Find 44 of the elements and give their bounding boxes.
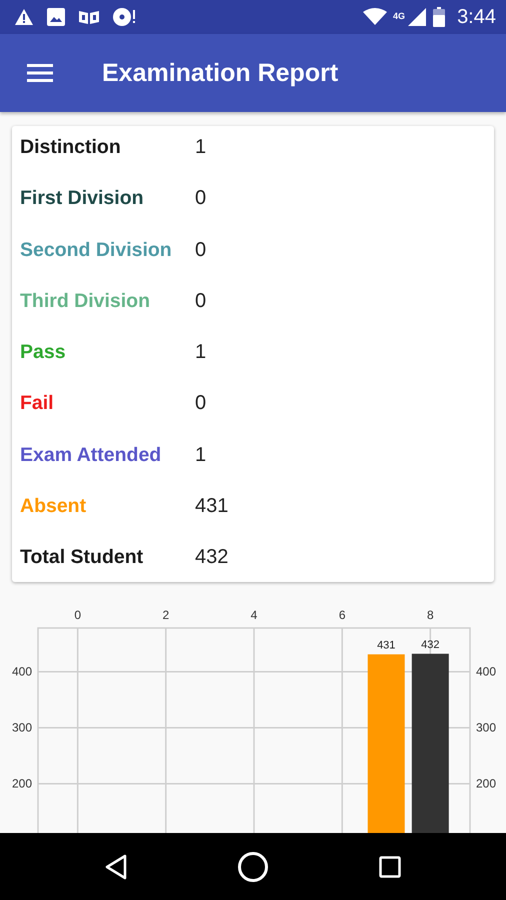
x-tick-label: 4: [250, 608, 258, 622]
x-tick-label: 0: [74, 608, 82, 622]
summary-label: Fail: [20, 392, 55, 416]
summary-value: 0: [195, 187, 206, 210]
summary-value: 0: [195, 238, 206, 262]
summary-label: Absent: [20, 495, 88, 518]
image-icon: [46, 7, 66, 27]
summary-label: Second Division: [20, 238, 173, 262]
summary-value: 0: [195, 290, 206, 313]
disc-alert-icon: [112, 7, 136, 27]
y-tick-label: 200: [476, 776, 496, 791]
signal-icon: [407, 7, 428, 27]
summary-label: Exam Attended: [20, 444, 162, 467]
home-icon[interactable]: [237, 850, 269, 882]
wifi-icon: [363, 8, 388, 26]
summary-label: Pass: [20, 341, 67, 364]
x-tick-label: 6: [338, 608, 346, 622]
recents-icon[interactable]: [379, 856, 401, 878]
summary-value: 1: [195, 444, 206, 467]
clock: 3:44: [457, 6, 496, 28]
network-type: 4G: [393, 10, 406, 20]
bar-value-label: 432: [421, 638, 440, 651]
y-tick-label: 300: [12, 720, 32, 735]
summary-value: 432: [195, 546, 228, 570]
app-icon: [78, 8, 100, 26]
summary-label: Third Division: [20, 290, 152, 313]
summary-value: 0: [195, 392, 206, 416]
back-icon[interactable]: [105, 854, 127, 880]
bar-value-label: 431: [377, 639, 396, 652]
x-tick-label: 2: [162, 608, 170, 622]
battery-icon: [433, 7, 446, 27]
summary-value: 1: [195, 341, 206, 364]
y-tick-label: 400: [12, 664, 32, 679]
y-tick-label: 200: [12, 776, 32, 791]
y-tick-label: 400: [476, 664, 496, 679]
y-tick-label: 300: [476, 720, 496, 735]
summary-value: 1: [195, 136, 206, 159]
summary-value: 431: [195, 495, 228, 518]
screen-title: Examination Report: [102, 58, 338, 88]
warning-icon: [14, 8, 34, 26]
summary-label: Total Student: [20, 546, 144, 570]
x-tick-label: 8: [426, 608, 434, 622]
summary-label: Distinction: [20, 136, 122, 159]
summary-label: First Division: [20, 187, 145, 210]
